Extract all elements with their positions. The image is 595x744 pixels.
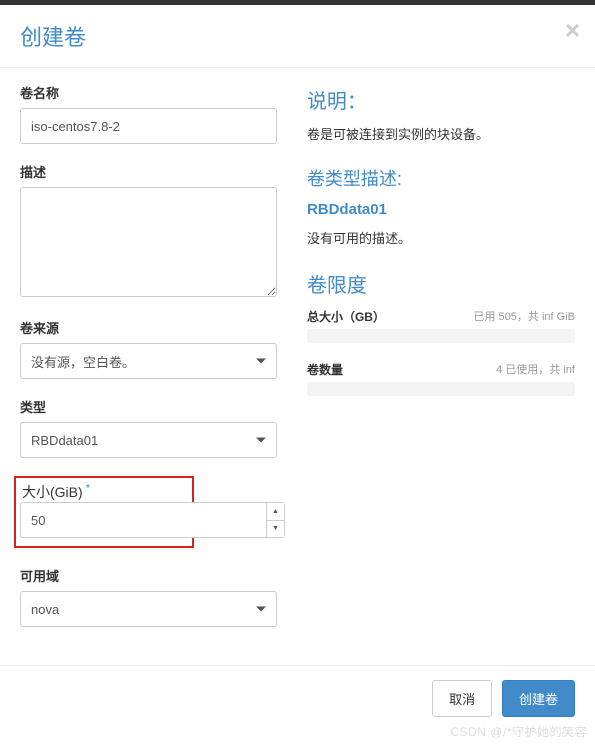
modal-body: 卷名称 描述 卷来源 没有源，空白卷。 类型 RBDdata01 — [0, 68, 595, 665]
source-value: 没有源，空白卷。 — [31, 352, 135, 371]
size-input[interactable] — [20, 502, 267, 538]
info-text: 卷是可被连接到实例的块设备。 — [307, 124, 575, 143]
modal-header: 创建卷 × — [0, 5, 595, 67]
type-label: 类型 — [20, 397, 277, 416]
form-column: 卷名称 描述 卷来源 没有源，空白卷。 类型 RBDdata01 — [20, 83, 292, 645]
size-spinner: ▲ ▼ — [20, 502, 285, 538]
quota-count-label: 卷数量 — [307, 361, 343, 378]
volume-name-input[interactable] — [20, 108, 277, 144]
field-volume-name: 卷名称 — [20, 83, 277, 144]
field-description: 描述 — [20, 162, 277, 300]
quota-size-usage: 已用 505，共 inf GiB — [474, 308, 575, 325]
chevron-down-icon — [256, 438, 266, 443]
cancel-button[interactable]: 取消 — [432, 680, 492, 717]
az-select[interactable]: nova — [20, 591, 277, 627]
close-icon[interactable]: × — [565, 17, 580, 43]
chevron-down-icon — [256, 359, 266, 364]
field-source: 卷来源 没有源，空白卷。 — [20, 318, 277, 379]
required-mark: * — [83, 482, 90, 494]
modal-footer: 取消 创建卷 — [0, 665, 595, 731]
spinner-down-icon[interactable]: ▼ — [267, 521, 284, 538]
create-volume-modal: 创建卷 × 卷名称 描述 卷来源 没有源，空白卷。 类型 — [0, 0, 595, 731]
volume-name-label: 卷名称 — [20, 83, 277, 102]
field-type: 类型 RBDdata01 — [20, 397, 277, 458]
quota-count-usage: 4 已使用，共 inf — [496, 361, 575, 378]
chevron-down-icon — [256, 607, 266, 612]
az-value: nova — [31, 602, 59, 617]
field-availability-zone: 可用域 nova — [20, 566, 277, 627]
spinner-up-icon[interactable]: ▲ — [267, 503, 284, 521]
type-value: RBDdata01 — [31, 433, 98, 448]
type-desc-text: 没有可用的描述。 — [307, 228, 575, 247]
field-size-highlighted: 大小(GiB) * ▲ ▼ — [14, 476, 194, 548]
size-label: 大小(GiB) * — [22, 484, 90, 500]
type-desc-heading: 卷类型描述: — [307, 165, 575, 191]
spinner-buttons: ▲ ▼ — [267, 502, 285, 538]
watermark: CSDN @/*守护她的笑容 — [450, 723, 587, 740]
source-label: 卷来源 — [20, 318, 277, 337]
submit-button[interactable]: 创建卷 — [502, 680, 575, 717]
info-column: 说明： 卷是可被连接到实例的块设备。 卷类型描述: RBDdata01 没有可用… — [292, 83, 575, 645]
source-select[interactable]: 没有源，空白卷。 — [20, 343, 277, 379]
modal-title: 创建卷 — [20, 20, 575, 52]
description-input[interactable] — [20, 187, 277, 297]
info-heading: 说明： — [307, 85, 575, 114]
quota-size-label: 总大小（GB） — [307, 308, 385, 325]
quota-total-size: 总大小（GB） 已用 505，共 inf GiB — [307, 308, 575, 343]
az-label: 可用域 — [20, 566, 277, 585]
description-label: 描述 — [20, 162, 277, 181]
limit-heading: 卷限度 — [307, 269, 575, 298]
type-name: RBDdata01 — [307, 201, 575, 218]
quota-volume-count: 卷数量 4 已使用，共 inf — [307, 361, 575, 396]
quota-count-bar — [307, 382, 575, 396]
type-select[interactable]: RBDdata01 — [20, 422, 277, 458]
quota-size-bar — [307, 329, 575, 343]
